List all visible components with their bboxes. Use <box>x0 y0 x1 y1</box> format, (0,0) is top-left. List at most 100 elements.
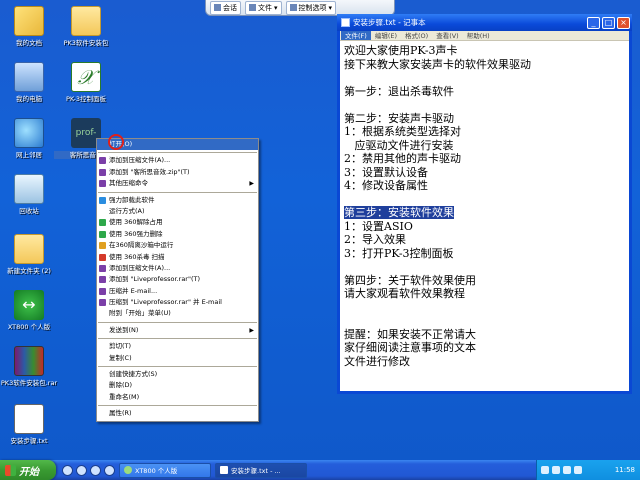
close-button[interactable]: × <box>617 16 630 29</box>
context-menu-item[interactable]: 使用 360强力删除 <box>97 229 258 240</box>
menu-item-icon <box>99 157 106 165</box>
desktop-icon-pk3-folder[interactable]: PK3软件安装包 <box>54 6 118 47</box>
context-menu-item-label: 创建快捷方式(S) <box>109 370 158 379</box>
maximize-button[interactable]: □ <box>602 16 615 29</box>
taskbar-item-notepad[interactable]: 安装步骤.txt - ... <box>215 462 307 478</box>
quick-launch <box>62 464 115 476</box>
text-line-content: 第四步：关于软件效果使用 <box>344 273 476 287</box>
desktop-icon-my-computer[interactable]: 我的电脑 <box>0 62 61 103</box>
text-line: 1：根据系统类型选择对 <box>344 125 625 139</box>
text-line-content: 第一步：退出杀毒软件 <box>344 84 454 98</box>
context-menu-item[interactable]: 添加到 "Liveprofessor.rar"(T) <box>97 274 258 285</box>
media-player-icon[interactable] <box>76 464 87 476</box>
context-menu-item[interactable]: 添加到压缩文件(A)... <box>97 155 258 166</box>
context-menu-item[interactable]: 强力卸载此软件 <box>97 195 258 206</box>
desktop-icon-network[interactable]: 网上邻居 <box>0 118 61 159</box>
context-menu-item[interactable]: 附到「开始」菜单(U) <box>97 308 258 319</box>
menu-item-icon <box>99 264 106 272</box>
qq-icon[interactable] <box>104 464 115 476</box>
menu-separator <box>98 405 257 407</box>
context-menu-item[interactable]: 使用 360杀毒 扫描 <box>97 252 258 263</box>
context-menu-item[interactable]: 创建快捷方式(S) <box>97 369 258 380</box>
chat-button[interactable]: 会话 <box>210 0 241 15</box>
menu-item-icon <box>99 180 106 188</box>
context-menu-item[interactable]: 压缩到 "Liveprofessor.rar" 并 E-mail <box>97 297 258 308</box>
menu-item[interactable]: 格式(O) <box>401 31 432 40</box>
desktop-icon-my-documents[interactable]: 我的文档 <box>0 6 61 47</box>
desktop-icon-pk3-control-panel[interactable]: 𝒳 PK-3控制面板 <box>54 62 118 103</box>
text-line-content: 欢迎大家使用PK-3声卡 <box>344 44 458 57</box>
text-line: 家仔细阅读注意事项的文本 <box>344 341 625 355</box>
taskbar: 开始 XT800 个人版 安装步骤.txt - ... 11:58 <box>0 460 640 480</box>
context-menu-item[interactable]: 删除(D) <box>97 380 258 391</box>
context-menu-item[interactable]: 重命名(M) <box>97 392 258 403</box>
desktop-icon-pk3-rar[interactable]: PK3软件安装包.rar <box>0 346 61 387</box>
context-menu-item-label: 添加到压缩文件(A)... <box>109 263 171 272</box>
start-button[interactable]: 开始 <box>0 460 56 480</box>
minimize-button[interactable]: _ <box>587 16 600 29</box>
folder-icon <box>14 234 44 264</box>
file-button[interactable]: 文件 ▾ <box>245 0 282 15</box>
text-line <box>344 193 625 207</box>
chat-icon <box>214 4 221 11</box>
notepad-title-bar[interactable]: 安装步骤.txt - 记事本 _ □ × <box>337 14 632 31</box>
text-line: 2：导入效果 <box>344 233 625 247</box>
context-menu-item[interactable]: 在360隔离沙箱中运行 <box>97 240 258 251</box>
tray-icon[interactable] <box>552 466 560 474</box>
ie-icon[interactable] <box>62 464 73 476</box>
network-tray-icon[interactable] <box>574 466 582 474</box>
context-menu-item[interactable]: 属性(R) <box>97 408 258 419</box>
control-options-button[interactable]: 控制选项 ▾ <box>285 0 337 15</box>
notepad-text-area[interactable]: 欢迎大家使用PK-3声卡 接下来教大家安装声卡的软件效果驱动 第一步：退出杀毒软件第… <box>340 41 629 371</box>
text-line-content: 第三步：安装软件效果 <box>344 206 454 219</box>
desktop-icon-install-steps-txt[interactable]: 安装步骤.txt <box>0 404 61 445</box>
recycle-bin-icon <box>14 174 44 204</box>
context-menu-item[interactable]: 复制(C) <box>97 353 258 364</box>
text-line: 2：禁用其他的声卡驱动 <box>344 152 625 166</box>
context-menu-item-label: 剪切(T) <box>109 342 132 351</box>
submenu-arrow-icon: ▶ <box>249 180 254 188</box>
my-documents-icon <box>14 6 44 36</box>
context-menu-item[interactable]: 添加到压缩文件(A)... <box>97 263 258 274</box>
context-menu-item[interactable]: 压缩并 E-mail... <box>97 286 258 297</box>
context-menu-item[interactable]: 剪切(T) <box>97 341 258 352</box>
context-menu-item[interactable]: 发送到(N) ▶ <box>97 325 258 336</box>
text-line-content: 家仔细阅读注意事项的文本 <box>344 341 476 354</box>
notepad-window: 安装步骤.txt - 记事本 _ □ × 文件(F) 编辑(E) 格式(O) 查看(V… <box>337 14 632 394</box>
text-line: 3：打开PK-3控制面板 <box>344 247 625 261</box>
network-icon <box>14 118 44 148</box>
context-menu-item-label: 发送到(N) <box>109 325 139 334</box>
text-line <box>344 260 625 274</box>
menu-item[interactable]: 查看(V) <box>432 31 463 40</box>
file-icon <box>249 4 256 11</box>
menu-item[interactable]: 帮助(H) <box>463 31 494 40</box>
text-line: 第四步：关于软件效果使用 <box>344 274 625 288</box>
context-menu-item[interactable]: 添加到 "客所思音效.zip"(T) <box>97 167 258 178</box>
text-line: 接下来教大家安装声卡的软件效果驱动 <box>344 58 625 72</box>
xt800-icon <box>124 466 132 474</box>
context-menu-item-label: 其他压缩命令 <box>109 179 148 188</box>
menu-item[interactable]: 编辑(E) <box>371 31 401 40</box>
context-menu-item-label: 删除(D) <box>109 381 133 390</box>
context-menu-item-label: 添加到 "Liveprofessor.rar"(T) <box>109 275 200 284</box>
desktop-icon-recycle-bin[interactable]: 回收站 <box>0 174 61 215</box>
text-line-content: 接下来教大家安装声卡的软件效果驱动 <box>344 57 531 71</box>
context-menu-item[interactable]: 其他压缩命令 ▶ <box>97 178 258 189</box>
text-line-content: 文件进行修改 <box>344 354 410 368</box>
taskbar-item-xt800[interactable]: XT800 个人版 <box>119 462 211 478</box>
tray-icon[interactable] <box>541 466 549 474</box>
text-line-content: 4：修改设备属性 <box>344 179 428 192</box>
volume-icon[interactable] <box>563 466 571 474</box>
context-menu-item[interactable]: 使用 360解除占用 <box>97 217 258 228</box>
context-menu-item[interactable]: 运行方式(A) <box>97 206 258 217</box>
text-line: 欢迎大家使用PK-3声卡 <box>344 44 625 58</box>
context-menu-item-label: 添加到 "客所思音效.zip"(T) <box>109 167 190 176</box>
chevron-down-icon: ▾ <box>274 3 278 12</box>
desktop-icon-new-folder[interactable]: 新建文件夹 (2) <box>0 234 61 275</box>
menu-item[interactable]: 文件(F) <box>341 31 371 40</box>
text-line-content: 请大家观看软件效果教程 <box>344 287 465 300</box>
desktop-icon-xt800[interactable]: ↔ XT800 个人版 <box>0 290 61 331</box>
show-desktop-icon[interactable] <box>90 464 101 476</box>
menu-item-icon <box>99 299 106 307</box>
submenu-arrow-icon: ▶ <box>249 326 254 334</box>
